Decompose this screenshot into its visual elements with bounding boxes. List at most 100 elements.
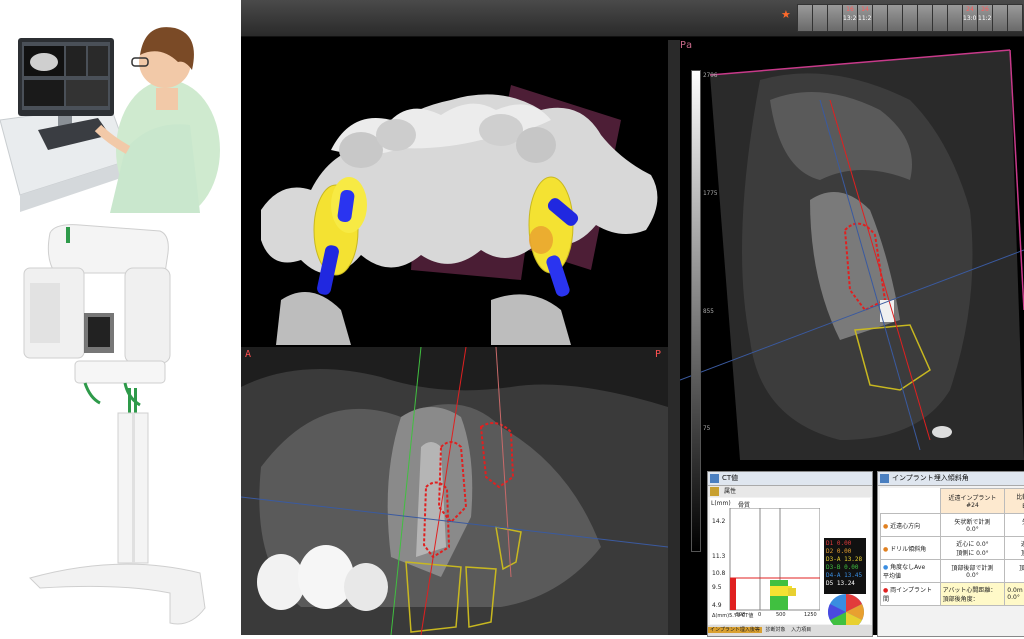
ct-dialog-toolbar: 属性 bbox=[708, 486, 872, 497]
viewport-splitter[interactable] bbox=[668, 40, 680, 635]
dentist-at-computer-image bbox=[0, 0, 240, 213]
legend-label: D2 bbox=[826, 548, 833, 555]
sagittal-slice-viewport[interactable]: A P bbox=[241, 347, 668, 635]
ct-value-dialog: CT値 属性 L(mm) 骨質 14.2 11.3 10.8 9.5 bbox=[707, 471, 873, 637]
x-tick: 0 bbox=[758, 612, 761, 618]
dialog-app-icon bbox=[710, 474, 719, 483]
toolbar: ★ 1613:201411:23 2413:082611:28 bbox=[241, 0, 1024, 37]
series-thumbnail[interactable] bbox=[887, 4, 903, 32]
series-thumbnail[interactable]: 2413:08 bbox=[962, 4, 978, 32]
series-thumbnail[interactable] bbox=[992, 4, 1008, 32]
posterior-label: P bbox=[655, 349, 661, 360]
ct-dialog-tabs: インプラント埋入後等 診断対象 入力項目 bbox=[708, 625, 872, 636]
series-thumbnail[interactable] bbox=[827, 4, 843, 32]
legend-label: D1 bbox=[826, 540, 833, 547]
series-thumbnail[interactable] bbox=[917, 4, 933, 32]
legend-value: 0.00 bbox=[837, 540, 851, 547]
scale-tick: 855 bbox=[703, 308, 714, 315]
3d-render-viewport[interactable] bbox=[241, 40, 668, 345]
series-thumbnail[interactable]: 1613:20 bbox=[842, 4, 858, 32]
implant-angle-table: 近遠インプラント #24 比較インプラン B24メモリ ● 近遠心方向 矢状断で… bbox=[880, 488, 1024, 606]
y-tick: 10.8 bbox=[712, 570, 725, 577]
row-value: 近心に 0.0° 頂側に 0.0° bbox=[1005, 537, 1024, 560]
cross-section-ct-slice bbox=[680, 40, 1024, 470]
ct-dialog-titlebar[interactable]: CT値 bbox=[708, 472, 872, 486]
series-thumbnail[interactable] bbox=[812, 4, 828, 32]
dentist-workstation-illustration bbox=[0, 0, 240, 213]
y-tick: 14.2 bbox=[712, 518, 725, 525]
row-label: ● 角度なしAve 平均値 bbox=[881, 560, 941, 583]
row-label: ● ドリル傾斜角 bbox=[881, 537, 941, 560]
legend-value: 0.00 bbox=[844, 564, 858, 571]
table-row: ● 両インプラント間 アバット心間距離： 頂部後角度： 0.0m 0.0° bbox=[881, 583, 1024, 606]
row-value: 矢状断で計測 0.0° bbox=[940, 514, 1005, 537]
legend-value: 13.28 bbox=[844, 556, 862, 563]
series-thumbnail[interactable] bbox=[902, 4, 918, 32]
series-thumbnail[interactable] bbox=[797, 4, 813, 32]
ct-axis-label: L(mm) bbox=[711, 500, 731, 507]
legend-value: 13.24 bbox=[837, 580, 855, 587]
row-value: 頂部後部で計測 0.0° bbox=[940, 560, 1005, 583]
implant-dialog-titlebar[interactable]: インプラント埋入傾斜角 bbox=[878, 472, 1024, 486]
ct-profile-chart bbox=[710, 508, 820, 618]
cbct-scanner-image bbox=[0, 213, 240, 635]
dialog-app-icon bbox=[880, 474, 889, 483]
sagittal-ct-slice bbox=[241, 347, 668, 635]
series-thumbnail[interactable] bbox=[1007, 4, 1023, 32]
3d-jaw-render bbox=[241, 40, 668, 345]
scale-tick: 2796 bbox=[703, 72, 717, 79]
tab-input[interactable]: 入力項目 bbox=[789, 627, 813, 633]
legend-label: D5 bbox=[826, 580, 833, 587]
series-thumbnail[interactable] bbox=[932, 4, 948, 32]
ct-profile-panel: L(mm) 骨質 14.2 11.3 10.8 9.5 4.9 -398 0 5… bbox=[710, 498, 870, 624]
cross-section-label: Pa bbox=[680, 40, 692, 51]
table-row: ● ドリル傾斜角 近心に 0.0° 頂側に 0.0° 近心に 0.0° 頂側に … bbox=[881, 537, 1024, 560]
ct-dialog-title: CT値 bbox=[722, 474, 738, 482]
thumbnail-time: 13:08 bbox=[963, 14, 977, 23]
implant-dialog-title: インプラント埋入傾斜角 bbox=[892, 474, 969, 482]
series-thumbnail[interactable] bbox=[947, 4, 963, 32]
ct-dialog-subtitle: 属性 bbox=[724, 488, 736, 495]
thumbnail-time: 11:28 bbox=[978, 14, 992, 23]
row-value: 矢状断で計 0.0° bbox=[1005, 514, 1024, 537]
legend-label: D3-B bbox=[826, 564, 840, 571]
bone-density-legend: D1 0.00 D2 0.00 D3-A 13.28 D3-B 0.00 D4-… bbox=[824, 538, 866, 594]
legend-label: D4-A bbox=[826, 572, 840, 579]
thumbnail-time: 11:23 bbox=[858, 14, 872, 23]
y-tick: 9.5 bbox=[712, 584, 722, 591]
legend-value: 13.45 bbox=[844, 572, 862, 579]
series-thumbnail[interactable] bbox=[872, 4, 888, 32]
app-logo-icon: ★ bbox=[781, 8, 791, 21]
row-value: 近心に 0.0° 頂側に 0.0° bbox=[940, 537, 1005, 560]
thumbnail-number: 26 bbox=[978, 5, 992, 14]
palette-icon[interactable] bbox=[710, 487, 719, 496]
ct-footer: Δ(mm)5.79 CT値 bbox=[712, 612, 753, 619]
row-value: アバット心間距離： 頂部後角度： bbox=[940, 583, 1005, 606]
cross-section-viewport[interactable]: Pa bbox=[680, 40, 1024, 470]
ct-scanner-illustration bbox=[0, 213, 240, 635]
x-tick: 1250 bbox=[804, 612, 817, 618]
tab-implant[interactable]: インプラント埋入後等 bbox=[708, 627, 762, 633]
tab-diagnosis[interactable]: 診断対象 bbox=[763, 627, 787, 633]
implant-angle-dialog: インプラント埋入傾斜角 近遠インプラント #24 比較インプラン B24メモリ … bbox=[877, 471, 1024, 637]
row-value: 0.0m 0.0° bbox=[1005, 583, 1024, 606]
thumbnail-number: 14 bbox=[858, 5, 872, 14]
anterior-label: A bbox=[245, 349, 251, 360]
series-thumbnail[interactable]: 1411:23 bbox=[857, 4, 873, 32]
thumbnail-number: 24 bbox=[963, 5, 977, 14]
table-row: ● 近遠心方向 矢状断で計測 0.0° 矢状断で計 0.0° bbox=[881, 514, 1024, 537]
scale-tick: 75 bbox=[703, 425, 710, 432]
y-tick: 4.9 bbox=[712, 602, 722, 609]
row-label: ● 両インプラント間 bbox=[881, 583, 941, 606]
legend-label: D3-A bbox=[826, 556, 840, 563]
col-header-current: 近遠インプラント #24 bbox=[940, 489, 1005, 514]
y-tick: 11.3 bbox=[712, 553, 725, 560]
x-tick: 500 bbox=[776, 612, 786, 618]
thumbnail-time: 13:20 bbox=[843, 14, 857, 23]
legend-value: 0.00 bbox=[837, 548, 851, 555]
series-thumbnail[interactable]: 2611:28 bbox=[977, 4, 993, 32]
scale-tick: 1775 bbox=[703, 190, 717, 197]
dental-imaging-software-window: ★ 1613:201411:23 2413:082611:28 bbox=[241, 0, 1024, 635]
table-row: ● 角度なしAve 平均値 頂部後部で計測 0.0° 頂部後部で計 0.0° bbox=[881, 560, 1024, 583]
grayscale-window-bar[interactable] bbox=[691, 70, 701, 552]
